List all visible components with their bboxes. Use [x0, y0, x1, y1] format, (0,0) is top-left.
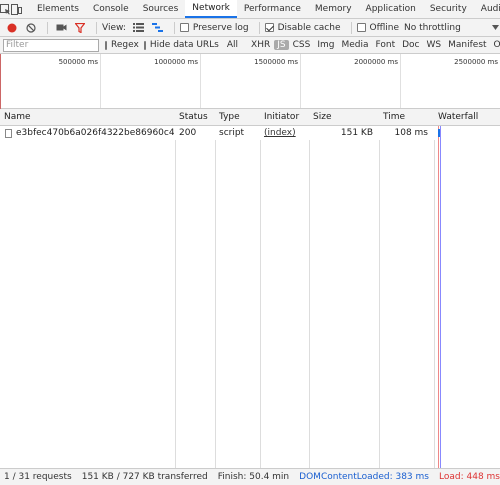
- domcontentloaded-time: DOMContentLoaded: 383 ms: [299, 472, 429, 482]
- network-overview[interactable]: 500000 ms 1000000 ms 1500000 ms 2000000 …: [0, 54, 500, 109]
- overview-gridline: [100, 54, 101, 108]
- domcontentloaded-line: [440, 126, 441, 468]
- overview-tick-label: 1000000 ms: [154, 58, 198, 66]
- tab-performance[interactable]: Performance: [237, 0, 308, 18]
- filter-type-media[interactable]: Media: [338, 40, 371, 50]
- tab-network[interactable]: Network: [185, 0, 237, 18]
- tab-memory[interactable]: Memory: [308, 0, 359, 18]
- toolbar-separator: [96, 21, 97, 34]
- overview-tick-label: 2500000 ms: [454, 58, 498, 66]
- column-divider[interactable]: [175, 109, 176, 468]
- transferred-size: 151 KB / 727 KB transferred: [81, 472, 208, 482]
- table-header: Name Status Type Initiator Size Time Wat…: [0, 109, 500, 126]
- filter-icon[interactable]: [72, 20, 88, 36]
- overview-gridline: [300, 54, 301, 108]
- tab-sources[interactable]: Sources: [136, 0, 186, 18]
- filter-type-ws[interactable]: WS: [424, 40, 445, 50]
- regex-checkbox[interactable]: [105, 40, 107, 50]
- filter-type-manifest[interactable]: Manifest: [445, 40, 489, 50]
- request-size: 151 KB: [340, 128, 373, 138]
- chevron-down-icon[interactable]: [491, 23, 499, 33]
- disable-cache-checkbox[interactable]: [264, 23, 274, 32]
- toolbar-separator: [47, 21, 48, 34]
- offline-checkbox[interactable]: [356, 23, 366, 32]
- filter-type-js[interactable]: JS: [274, 40, 289, 50]
- column-divider[interactable]: [260, 109, 261, 468]
- column-header-size[interactable]: Size: [309, 109, 379, 126]
- tab-elements[interactable]: Elements: [30, 0, 86, 18]
- devtools-tabbar: Elements Console Sources Network Perform…: [0, 0, 500, 19]
- column-divider[interactable]: [215, 109, 216, 468]
- request-status: 200: [179, 128, 197, 138]
- tab-console[interactable]: Console: [86, 0, 136, 18]
- overview-gridline: [400, 54, 401, 108]
- hide-data-urls-label: Hide data URLs: [149, 40, 219, 50]
- toolbar-separator: [258, 21, 260, 34]
- toolbar-separator: [173, 21, 175, 34]
- overview-start-marker: [0, 54, 1, 109]
- hide-data-urls-checkbox[interactable]: [143, 40, 146, 50]
- load-time: Load: 448 ms: [439, 472, 500, 482]
- overview-tick-label: 1500000 ms: [254, 58, 298, 66]
- filter-input[interactable]: [3, 38, 99, 52]
- filter-type-xhr[interactable]: XHR: [248, 40, 273, 50]
- script-file-icon: [5, 129, 12, 138]
- overview-tick-label: 500000 ms: [58, 58, 98, 66]
- filter-type-all[interactable]: All: [224, 40, 241, 50]
- regex-label: Regex: [111, 40, 139, 50]
- column-header-name[interactable]: Name: [0, 109, 175, 126]
- device-toolbar-icon[interactable]: [11, 0, 22, 18]
- finish-time: Finish: 50.4 min: [217, 472, 290, 482]
- large-rows-icon[interactable]: [131, 20, 147, 36]
- column-header-time[interactable]: Time: [379, 109, 434, 126]
- waterfall-bar[interactable]: [438, 129, 440, 137]
- table-row[interactable]: e3bfec470b6a026f4322be86960c43b4.js 200 …: [0, 126, 500, 140]
- inspect-element-icon[interactable]: [0, 0, 11, 18]
- filter-bar: Regex Hide data URLs All XHR JS CSS Img …: [0, 37, 500, 54]
- throttling-select[interactable]: No throttling: [404, 23, 461, 33]
- requests-count: 1 / 31 requests: [4, 472, 72, 482]
- tab-audits[interactable]: Audits: [474, 0, 500, 18]
- network-summary-bar: 1 / 31 requests 151 KB / 727 KB transfer…: [0, 468, 500, 485]
- column-divider[interactable]: [309, 109, 310, 468]
- column-divider[interactable]: [434, 109, 435, 468]
- overview-gridline: [200, 54, 201, 108]
- column-header-initiator[interactable]: Initiator: [260, 109, 309, 126]
- column-header-type[interactable]: Type: [215, 109, 260, 126]
- disable-cache-label: Disable cache: [277, 22, 341, 33]
- offline-label: Offline: [369, 22, 400, 33]
- column-divider[interactable]: [379, 109, 380, 468]
- request-initiator-link[interactable]: (index): [264, 126, 309, 140]
- filter-type-font[interactable]: Font: [373, 40, 399, 50]
- preserve-log-checkbox[interactable]: [179, 23, 189, 32]
- column-header-waterfall[interactable]: Waterfall: [434, 109, 500, 126]
- load-event-line: [438, 126, 439, 468]
- record-button[interactable]: [4, 20, 20, 36]
- preserve-log-label: Preserve log: [192, 22, 249, 33]
- request-name[interactable]: e3bfec470b6a026f4322be86960c43b4.js: [16, 126, 174, 140]
- column-header-status[interactable]: Status: [175, 109, 215, 126]
- filter-type-doc[interactable]: Doc: [399, 40, 422, 50]
- clear-icon[interactable]: [23, 20, 39, 36]
- filter-type-img[interactable]: Img: [314, 40, 337, 50]
- toolbar-separator: [350, 21, 352, 34]
- capture-screenshots-icon[interactable]: [53, 20, 69, 36]
- tab-security[interactable]: Security: [423, 0, 474, 18]
- filter-type-other[interactable]: Other: [491, 40, 500, 50]
- overview-tick-label: 2000000 ms: [354, 58, 398, 66]
- waterfall-view-icon[interactable]: [150, 20, 166, 36]
- view-label: View:: [102, 22, 126, 33]
- tab-application[interactable]: Application: [359, 0, 423, 18]
- request-time: 108 ms: [394, 128, 429, 138]
- requests-table: Name Status Type Initiator Size Time Wat…: [0, 109, 500, 468]
- network-toolbar: View: Preserve log Disable cache Offline…: [0, 19, 500, 37]
- filter-type-css[interactable]: CSS: [290, 40, 314, 50]
- request-type: script: [219, 128, 245, 138]
